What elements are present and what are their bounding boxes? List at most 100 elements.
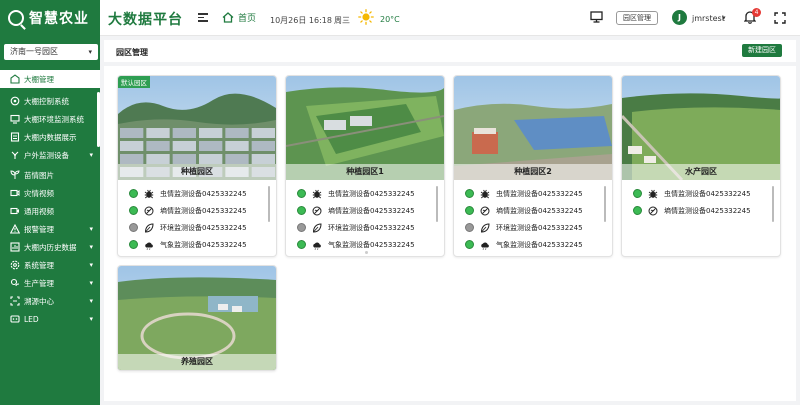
sidebar-item-label: 灾情视频 <box>24 188 54 198</box>
park-card[interactable]: 水产园区虫情监测设备0425332245 墒情监测设备0425332245 <box>621 75 781 257</box>
chevron-down-icon: ▾ <box>89 315 93 323</box>
sidebar-scrollbar[interactable] <box>97 92 100 147</box>
device-item[interactable]: 环境监测设备0425332245 <box>118 219 276 236</box>
sidebar: 济南一号园区 ▾ 大棚管理大棚控制系统 大棚环境监测系统 大棚内数据展示 户外监测设备… <box>0 36 100 405</box>
monitor-icon <box>10 114 20 124</box>
park-photo[interactable]: 种植园区1 <box>286 76 444 180</box>
status-dot <box>297 223 306 232</box>
sidebar-item-alarm[interactable]: 报警管理 ▾ <box>0 220 100 238</box>
device-list: 虫情监测设备0425332245 墒情监测设备0425332245 <box>622 180 780 256</box>
sidebar-item-label: 溯源中心 <box>24 296 54 306</box>
sidebar-item-production[interactable]: 生产管理 ▾ <box>0 274 100 292</box>
device-item[interactable]: 虫情监测设备0425332245 <box>286 185 444 202</box>
park-photo[interactable]: 水产园区 <box>622 76 780 180</box>
sidebar-item-label: LED <box>24 314 39 324</box>
status-dot <box>465 240 474 249</box>
park-card[interactable]: 默认园区 种植园区虫情监测设备0425332245 墒情监测设备0425332245… <box>117 75 277 257</box>
park-name: 种植园区2 <box>454 164 612 180</box>
sidebar-item-data[interactable]: 大棚内数据展示 <box>0 128 100 146</box>
soil-icon <box>648 206 658 216</box>
device-list-scrollbar[interactable] <box>268 186 270 222</box>
park-photo[interactable]: 养殖园区 <box>118 266 276 370</box>
park-photo[interactable]: 种植园区2 <box>454 76 612 180</box>
device-name: 环境监测设备0425332245 <box>496 223 583 232</box>
status-dot <box>129 223 138 232</box>
menu-toggle-icon[interactable] <box>198 13 208 22</box>
sidebar-nav: 大棚管理大棚控制系统 大棚环境监测系统 大棚内数据展示 户外监测设备 ▾ 苗情图片灾情视频… <box>0 70 100 400</box>
device-item[interactable]: 墒情监测设备0425332245 <box>622 202 780 219</box>
status-dot <box>129 206 138 215</box>
sidebar-item-monitor[interactable]: 大棚环境监测系统 <box>0 110 100 128</box>
pager-dot <box>365 251 368 254</box>
park-card[interactable]: 种植园区2 虫情监测设备0425332245 墒情监测设备0425332245 环境监… <box>453 75 613 257</box>
soil-icon <box>480 206 490 216</box>
sidebar-item-outdoor[interactable]: 户外监测设备 ▾ <box>0 146 100 164</box>
device-item[interactable]: 虫情监测设备0425332245 <box>454 185 612 202</box>
sidebar-item-label: 大棚管理 <box>24 74 54 84</box>
trace-icon <box>10 296 20 306</box>
username[interactable]: jmrstest <box>692 14 725 23</box>
sidebar-item-camera[interactable]: 通用视频 <box>0 202 100 220</box>
environment-icon <box>144 222 154 233</box>
status-dot <box>129 240 138 249</box>
chevron-down-icon: ▾ <box>89 225 93 233</box>
monitor-icon[interactable] <box>590 11 603 23</box>
fullscreen-icon[interactable] <box>774 12 786 24</box>
status-dot <box>297 206 306 215</box>
chevron-down-icon[interactable]: ▾ <box>722 14 726 22</box>
soil-icon <box>312 206 322 216</box>
park-name: 水产园区 <box>622 164 780 180</box>
sidebar-item-greenhouse[interactable]: 大棚管理 <box>0 70 100 88</box>
control-icon <box>10 96 20 106</box>
environment-icon <box>480 222 490 233</box>
sidebar-item-led[interactable]: LED ▾ <box>0 310 100 328</box>
park-name: 种植园区1 <box>286 164 444 180</box>
device-item[interactable]: 墒情监测设备0425332245 <box>454 202 612 219</box>
device-item[interactable]: 虫情监测设备0425332245 <box>118 185 276 202</box>
bug-icon <box>480 189 490 199</box>
device-name: 气象监测设备0425332245 <box>160 240 247 249</box>
device-list-scrollbar[interactable] <box>436 186 438 222</box>
home-label: 首页 <box>238 14 257 24</box>
park-card[interactable]: 种植园区1 虫情监测设备0425332245 墒情监测设备0425332245 环境监… <box>285 75 445 257</box>
sidebar-item-sprout[interactable]: 苗情图片 <box>0 166 100 184</box>
park-manage-button[interactable]: 园区管理 <box>616 11 658 25</box>
greenhouse-icon <box>10 74 20 84</box>
device-list-scrollbar[interactable] <box>772 186 774 222</box>
device-name: 虫情监测设备0425332245 <box>664 189 751 198</box>
sidebar-item-trace[interactable]: 溯源中心 ▾ <box>0 292 100 310</box>
sidebar-item-history[interactable]: 大棚内历史数据 ▾ <box>0 238 100 256</box>
status-dot <box>129 189 138 198</box>
data-icon <box>10 132 20 142</box>
device-item[interactable]: 环境监测设备0425332245 <box>454 219 612 236</box>
outdoor-icon <box>10 150 20 160</box>
park-photo[interactable]: 默认园区 种植园区 <box>118 76 276 180</box>
sidebar-item-control[interactable]: 大棚控制系统 <box>0 92 100 110</box>
bug-icon <box>312 189 322 199</box>
home-link[interactable]: 首页 <box>222 11 256 24</box>
device-item[interactable]: 墒情监测设备0425332245 <box>286 202 444 219</box>
sidebar-item-label: 生产管理 <box>24 278 54 288</box>
current-datetime: 10月26日 16:18 <box>270 16 332 25</box>
device-item[interactable]: 气象监测设备0425332245 <box>118 236 276 253</box>
device-list-scrollbar[interactable] <box>604 186 606 222</box>
video-icon <box>10 188 20 198</box>
device-item[interactable]: 墒情监测设备0425332245 <box>118 202 276 219</box>
notification-badge: 4 <box>752 8 761 17</box>
park-selector[interactable]: 济南一号园区 ▾ <box>4 44 98 60</box>
sidebar-item-video[interactable]: 灾情视频 <box>0 184 100 202</box>
platform-title: 大数据平台 <box>108 12 183 28</box>
page-header: 园区管理 新建园区 <box>104 40 796 62</box>
park-card[interactable]: 养殖园区 <box>117 265 277 371</box>
sidebar-item-label: 报警管理 <box>24 224 54 234</box>
device-item[interactable]: 气象监测设备0425332245 <box>454 236 612 253</box>
new-park-button[interactable]: 新建园区 <box>742 44 782 57</box>
device-item[interactable]: 环境监测设备0425332245 <box>286 219 444 236</box>
avatar[interactable]: J <box>672 10 687 25</box>
device-item[interactable]: 虫情监测设备0425332245 <box>622 185 780 202</box>
temperature: 20°C <box>380 15 400 24</box>
sidebar-item-settings[interactable]: 系统管理 ▾ <box>0 256 100 274</box>
app-logo[interactable]: 智慧农业 <box>0 0 100 36</box>
bug-icon <box>144 189 154 199</box>
chevron-down-icon: ▾ <box>88 48 92 56</box>
